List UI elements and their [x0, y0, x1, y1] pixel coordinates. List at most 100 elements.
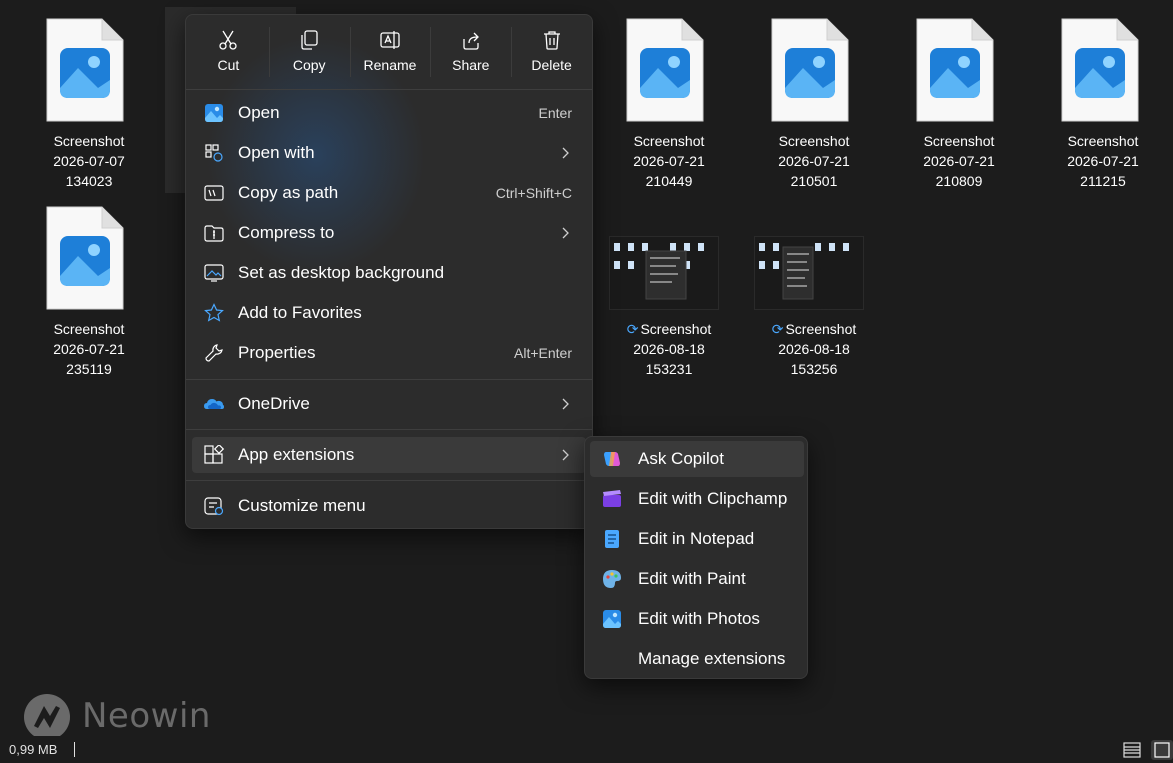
- menu-item-onedrive[interactable]: OneDrive: [192, 386, 586, 422]
- chevron-right-icon: [562, 147, 569, 159]
- large-icons-view-icon: [1154, 742, 1170, 758]
- file-name-line: 2026-07-07: [53, 153, 125, 169]
- menu-item-copy-as-path[interactable]: Copy as path Ctrl+Shift+C: [192, 175, 586, 211]
- submenu-item-label: Manage extensions: [638, 649, 786, 668]
- shortcut-text: Ctrl+Shift+C: [495, 185, 572, 201]
- file-name-line: 2026-07-21: [778, 153, 850, 169]
- file-name-line: 211215: [1080, 173, 1126, 189]
- notepad-icon: [605, 530, 619, 548]
- shortcut-text: Alt+Enter: [514, 345, 572, 361]
- menu-divider: [186, 480, 592, 481]
- status-divider: [74, 742, 75, 757]
- photos-icon: [205, 104, 223, 122]
- copy-icon: [301, 30, 318, 50]
- menu-item-add-to-favorites[interactable]: Add to Favorites: [192, 295, 586, 331]
- submenu-item-label: Edit with Paint: [638, 569, 746, 588]
- copilot-icon: [604, 452, 620, 466]
- cut-button[interactable]: Cut: [188, 15, 269, 89]
- open-with-icon: [205, 144, 223, 162]
- share-label: Share: [452, 57, 490, 73]
- submenu-item-edit-in-notepad[interactable]: Edit in Notepad: [590, 521, 804, 557]
- photos-icon: [603, 610, 621, 628]
- app-extensions-icon: [204, 445, 224, 464]
- file-name-line: Screenshot: [1067, 133, 1139, 149]
- copy-button[interactable]: Copy: [268, 15, 350, 89]
- copy-label: Copy: [292, 57, 326, 73]
- details-view-icon: [1123, 742, 1141, 758]
- sync-icon: ⟳: [626, 321, 639, 337]
- menu-item-open-with[interactable]: Open with: [192, 135, 586, 171]
- menu-divider: [186, 89, 592, 90]
- menu-item-customize-menu[interactable]: Customize menu: [192, 488, 586, 524]
- file-name-line: 235119: [66, 361, 112, 377]
- onedrive-icon: [204, 399, 224, 409]
- paint-icon: [603, 570, 621, 588]
- file-name-line: 210809: [935, 173, 983, 189]
- menu-item-app-extensions[interactable]: App extensions: [192, 437, 586, 473]
- file-name-line: Screenshot: [640, 321, 712, 337]
- menu-item-label: OneDrive: [238, 394, 310, 413]
- menu-item-set-desktop-background[interactable]: Set as desktop background: [192, 255, 586, 291]
- customize-menu-icon: [204, 497, 224, 516]
- menu-item-label: Open: [238, 103, 280, 122]
- submenu-item-manage-extensions[interactable]: Manage extensions: [590, 641, 804, 677]
- copy-path-icon: [204, 185, 224, 201]
- menu-item-label: Copy as path: [238, 183, 339, 202]
- image-file-icon: [771, 18, 849, 122]
- file-name-line: Screenshot: [633, 133, 705, 149]
- delete-button[interactable]: Delete: [511, 15, 592, 89]
- menu-divider: [186, 379, 592, 380]
- menu-item-compress-to[interactable]: Compress to: [192, 215, 586, 251]
- share-button[interactable]: Share: [430, 15, 511, 89]
- menu-item-label: Compress to: [238, 223, 335, 242]
- file-name-line: Screenshot: [53, 321, 125, 337]
- file-name-line: 134023: [65, 173, 113, 189]
- large-icons-view-button[interactable]: [1151, 740, 1173, 760]
- rename-icon: [380, 31, 400, 49]
- details-view-button[interactable]: [1121, 740, 1143, 760]
- neowin-watermark: Neowin: [22, 692, 222, 742]
- share-icon: [463, 32, 479, 50]
- menu-item-label: Set as desktop background: [238, 263, 445, 282]
- menu-item-open[interactable]: Open Enter: [192, 95, 586, 131]
- compress-icon: [204, 225, 224, 242]
- submenu-item-label: Ask Copilot: [638, 449, 724, 468]
- submenu-item-label: Edit with Photos: [638, 609, 760, 628]
- file-name-line: Screenshot: [923, 133, 995, 149]
- image-file-icon: [46, 206, 124, 310]
- file-name-line: 210449: [645, 173, 693, 189]
- app-extensions-submenu: Ask Copilot Edit with Clipchamp Edit in …: [584, 436, 808, 679]
- menu-item-label: Add to Favorites: [238, 303, 362, 322]
- file-name-line: 2026-07-21: [53, 341, 125, 357]
- screenshot-thumbnail: [609, 236, 719, 310]
- trash-icon: [543, 31, 560, 50]
- sync-icon: ⟳: [771, 321, 784, 337]
- shortcut-text: Enter: [538, 105, 572, 121]
- submenu-item-ask-copilot[interactable]: Ask Copilot: [590, 441, 804, 477]
- desktop-background-icon: [204, 264, 224, 282]
- submenu-item-label: Edit with Clipchamp: [638, 489, 788, 508]
- context-menu-toolbar: Cut Copy Rename Share Delete: [186, 15, 592, 89]
- selection-size: 0,99 MB: [9, 742, 58, 757]
- delete-label: Delete: [531, 57, 572, 73]
- submenu-item-edit-with-paint[interactable]: Edit with Paint: [590, 561, 804, 597]
- status-bar: 0,99 MB: [0, 736, 1173, 763]
- chevron-right-icon: [562, 227, 569, 239]
- cut-label: Cut: [217, 57, 240, 73]
- submenu-item-label: Edit in Notepad: [638, 529, 755, 548]
- file-name-line: 2026-08-18: [778, 341, 850, 357]
- file-name-line: Screenshot: [778, 133, 850, 149]
- rename-button[interactable]: Rename: [349, 15, 431, 89]
- file-name-line: Screenshot: [785, 321, 857, 337]
- menu-item-label: Customize menu: [238, 496, 366, 515]
- context-menu: Cut Copy Rename Share Delete Open Enter …: [185, 14, 593, 529]
- submenu-item-edit-with-clipchamp[interactable]: Edit with Clipchamp: [590, 481, 804, 517]
- menu-item-properties[interactable]: Properties Alt+Enter: [192, 335, 586, 371]
- submenu-item-edit-with-photos[interactable]: Edit with Photos: [590, 601, 804, 637]
- file-name-line: 153256: [790, 361, 838, 377]
- menu-item-label: App extensions: [238, 445, 355, 464]
- screenshot-thumbnail: [754, 236, 864, 310]
- file-name-line: 153231: [645, 361, 693, 377]
- image-file-icon: [46, 18, 124, 122]
- menu-item-label: Properties: [238, 343, 316, 362]
